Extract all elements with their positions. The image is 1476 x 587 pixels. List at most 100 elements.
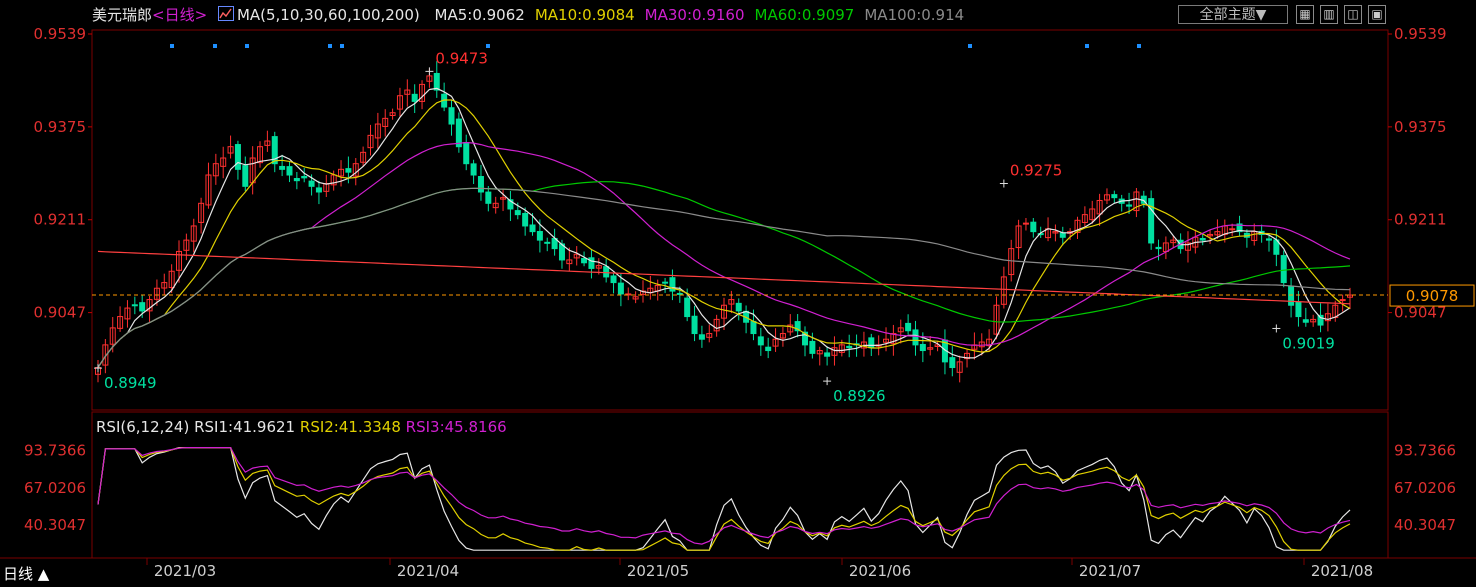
event-dot [170, 44, 174, 48]
candle-body [912, 329, 919, 346]
chart-canvas[interactable]: 0.9539 0.9539 0.9375 0.9375 0.9211 0.9211 0.90… [0, 0, 1476, 587]
ma-line-60 [97, 181, 1351, 368]
candle-body [345, 168, 352, 173]
candle-body [301, 175, 308, 179]
candle-body [824, 352, 831, 357]
candle-body [662, 281, 669, 284]
candle-body [242, 165, 249, 187]
candle-body [676, 292, 683, 295]
candle-body [234, 144, 241, 170]
rsi-title: RSI(6,12,24) [96, 418, 190, 436]
candle-body [1022, 222, 1029, 225]
symbol-name: 美元瑞郎 [92, 6, 153, 24]
expand-icon[interactable]: ▣ [1368, 5, 1386, 24]
y-tick-label: 0.9539 [1394, 25, 1447, 43]
y-tick-label: 0.9539 [34, 25, 87, 43]
candle-body [308, 180, 315, 187]
candle-body [477, 176, 484, 193]
candle-body [1126, 204, 1133, 207]
grid-icon[interactable]: ▦ [1296, 5, 1314, 24]
candle-body [1059, 232, 1066, 238]
candle-body [315, 187, 322, 193]
candle-body [735, 302, 742, 312]
candle-body [684, 297, 691, 318]
theme-button[interactable]: 全部主题▼ [1178, 5, 1288, 24]
x-tick-label: 2021/08 [1311, 562, 1373, 580]
candle-body [286, 166, 293, 176]
last-price-label: 0.9078 [1406, 287, 1459, 305]
ma-label: MA(5,10,30,60,100,200) [236, 6, 420, 24]
candle-body [617, 282, 624, 295]
y-tick-label: 0.9211 [34, 211, 87, 229]
zoom-icon[interactable]: ◫ [1344, 5, 1362, 24]
event-dot [213, 44, 217, 48]
candle-body [846, 345, 853, 349]
candle-body [1111, 194, 1118, 199]
ma-value: MA100:0.914 [864, 6, 965, 24]
main-frame [91, 29, 1389, 411]
period-tab[interactable]: 日线 ▲ [0, 562, 90, 587]
x-tick-label: 2021/04 [397, 562, 459, 580]
panel-icon[interactable]: ▥ [1320, 5, 1338, 24]
candle-body [463, 142, 470, 165]
ma-line-30 [97, 141, 1351, 368]
candle-body [544, 241, 551, 244]
candle-body [514, 210, 521, 216]
chart-header: 美元瑞郎<日线> MA(5,10,30,60,100,200) MA5:0.90… [92, 4, 964, 25]
rsi-header: RSI(6,12,24) RSI1:41.9621 RSI2:41.3348 R… [96, 418, 507, 436]
candle-body [603, 266, 610, 278]
candles [95, 61, 1353, 383]
candle-body [1265, 238, 1272, 241]
candle-body [536, 230, 543, 241]
candle-body [919, 343, 926, 352]
extreme-label: 0.9473 [435, 49, 488, 67]
rsi-tick-label: 93.7366 [24, 442, 86, 460]
candle-body [1295, 301, 1302, 318]
rsi-line-rsi2 [97, 447, 1351, 551]
rsi-tick-label: 40.3047 [1394, 516, 1456, 534]
candle-body [470, 163, 477, 176]
event-dot [328, 44, 332, 48]
extreme-label: 0.9019 [1282, 334, 1335, 352]
candle-body [905, 322, 912, 332]
event-dot [1085, 44, 1089, 48]
ma-line-200 [97, 250, 1351, 305]
candle-body [1302, 319, 1309, 323]
ma-value: MA10:0.9084 [534, 6, 635, 24]
candle-body [809, 340, 816, 354]
candle-body [529, 224, 536, 233]
event-dot [968, 44, 972, 48]
rsi-line-rsi3 [97, 447, 1351, 545]
event-dot [1137, 44, 1141, 48]
x-tick-label: 2021/05 [627, 562, 689, 580]
candle-body [293, 178, 300, 182]
ma-indicator-icon[interactable] [217, 6, 234, 21]
candle-body [139, 302, 146, 312]
candle-body [868, 337, 875, 349]
candle-body [1030, 221, 1037, 233]
rsi-tick-label: 93.7366 [1394, 442, 1456, 460]
candle-body [1229, 228, 1236, 231]
event-dot [245, 44, 249, 48]
extreme-label: 0.9275 [1010, 161, 1063, 179]
y-tick-label: 0.9375 [34, 118, 87, 136]
rsi2-label: RSI2:41.3348 [299, 418, 401, 436]
ma-values: MA5:0.9062 MA10:0.9084 MA30:0.9160 MA60:0.9… [425, 6, 965, 24]
candle-body [1280, 255, 1287, 284]
candle-body [485, 191, 492, 204]
candle-body [411, 93, 418, 102]
ma-line-5 [97, 87, 1351, 368]
candle-body [433, 72, 440, 91]
candle-body [610, 275, 617, 284]
candle-body [581, 258, 588, 264]
candle-body [1155, 246, 1162, 250]
ma-value: MA5:0.9062 [434, 6, 525, 24]
candle-body [1199, 237, 1206, 241]
candle-body [691, 315, 698, 335]
candle-body [1339, 299, 1346, 302]
extreme-label: 0.8926 [833, 387, 886, 405]
x-tick-label: 2021/06 [849, 562, 911, 580]
period-tag[interactable]: <日线> [152, 6, 207, 24]
rsi3-label: RSI3:45.8166 [405, 418, 507, 436]
rsi-tick-label: 67.0206 [24, 479, 86, 497]
